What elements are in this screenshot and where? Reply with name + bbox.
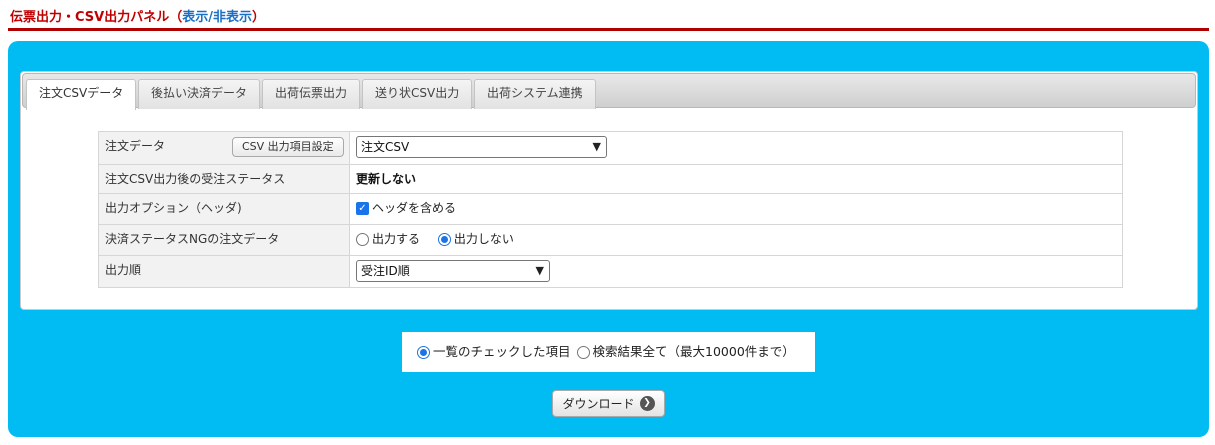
include-header-label: ヘッダを含める (372, 201, 457, 215)
payment-ng-output-option[interactable]: 出力する (356, 229, 420, 249)
tab-shipping-system[interactable]: 出荷システム連携 (474, 79, 596, 109)
order-csv-form: 注文データ CSV 出力項目設定 注文CSV ▼ 注文CSV出力後の受注ステータ… (98, 131, 1123, 288)
tab-order-csv[interactable]: 注文CSVデータ (26, 79, 137, 110)
scope-all-results-option[interactable]: 検索結果全て（最大10000件まで） (576, 342, 795, 362)
payment-ng-output-label: 出力する (372, 232, 421, 246)
output-option-label: 出力オプション（ヘッダ) (98, 193, 350, 225)
output-scope-selector: 一覧のチェックした項目 検索結果全て（最大10000件まで） (402, 332, 815, 372)
scope-all-results-radio[interactable] (576, 345, 590, 359)
form-row-payment-ng: 決済ステータスNGの注文データ 出力する 出力しない (98, 224, 1123, 256)
arrow-right-circle-icon: ❯ (639, 396, 655, 411)
csv-settings-button[interactable]: CSV 出力項目設定 (232, 137, 344, 157)
download-button-label: ダウンロード (562, 397, 635, 411)
payment-ng-no-output-label: 出力しない (453, 232, 514, 246)
form-row-order-data: 注文データ CSV 出力項目設定 注文CSV ▼ (98, 131, 1123, 165)
download-button[interactable]: ダウンロード ❯ (552, 390, 665, 417)
form-row-output-order: 出力順 受注ID順 ▼ (98, 255, 1123, 288)
tab-shipping-slip[interactable]: 出荷伝票出力 (262, 79, 361, 109)
payment-ng-output-radio[interactable] (356, 232, 369, 246)
include-header-checkbox[interactable]: ✓ (356, 201, 369, 215)
output-panel: 注文CSVデータ 後払い決済データ 出荷伝票出力 送り状CSV出力 出荷システム… (8, 41, 1209, 437)
payment-ng-no-output-radio[interactable] (437, 232, 451, 246)
payment-ng-no-output-option[interactable]: 出力しない (437, 229, 514, 249)
panel-title-text: 伝票出力・CSV出力パネル (10, 10, 170, 25)
output-order-select-value: 受注ID順 (361, 264, 410, 278)
toggle-close-paren: ） (251, 10, 265, 25)
order-data-select[interactable]: 注文CSV ▼ (356, 136, 607, 158)
chevron-down-icon: ▼ (592, 140, 601, 153)
toggle-open-paren: （ (169, 10, 183, 25)
toggle-visibility-link[interactable]: 表示/非表示 (182, 10, 252, 25)
tab-bar: 注文CSVデータ 後払い決済データ 出荷伝票出力 送り状CSV出力 出荷システム… (22, 73, 1196, 110)
status-label: 注文CSV出力後の受注ステータス (98, 164, 350, 194)
order-data-label: 注文データ (105, 139, 166, 153)
tab-deferred-payment[interactable]: 後払い決済データ (138, 79, 261, 109)
scope-checked-items-option[interactable]: 一覧のチェックした項目 (417, 342, 571, 362)
tab-container: 注文CSVデータ 後払い決済データ 出荷伝票出力 送り状CSV出力 出荷システム… (20, 71, 1198, 310)
scope-checked-items-label: 一覧のチェックした項目 (433, 344, 571, 359)
output-order-select[interactable]: 受注ID順 ▼ (356, 260, 550, 282)
form-row-output-option: 出力オプション（ヘッダ) ✓ ヘッダを含める (98, 193, 1123, 225)
form-row-status: 注文CSV出力後の受注ステータス 更新しない (98, 164, 1123, 194)
panel-title: 伝票出力・CSV出力パネル（表示/非表示） (10, 6, 265, 25)
chevron-down-icon: ▼ (535, 264, 544, 277)
include-header-option[interactable]: ✓ ヘッダを含める (356, 198, 456, 218)
tab-invoice-csv[interactable]: 送り状CSV出力 (362, 79, 473, 109)
header-divider (8, 28, 1209, 31)
payment-ng-label: 決済ステータスNGの注文データ (98, 224, 350, 256)
output-order-label: 出力順 (98, 255, 350, 288)
order-data-select-value: 注文CSV (361, 140, 410, 154)
scope-checked-items-radio[interactable] (417, 345, 430, 359)
status-value: 更新しない (356, 172, 417, 186)
scope-all-results-label: 検索結果全て（最大10000件まで） (592, 344, 795, 359)
